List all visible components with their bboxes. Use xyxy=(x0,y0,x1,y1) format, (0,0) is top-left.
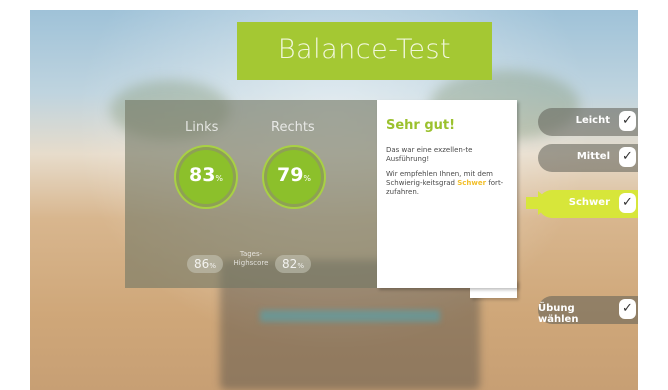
right-score: 79% xyxy=(276,164,312,186)
arrow-icon xyxy=(526,197,538,209)
right-highscore: 82% xyxy=(275,255,311,273)
select-exercise-button[interactable]: Übung wählen ✓ xyxy=(538,296,638,325)
left-score-ring: 83% xyxy=(179,150,233,204)
level-button-leicht[interactable]: Leicht ✓ xyxy=(538,108,638,136)
feedback-text-1: Das war eine exzellen-te Ausführung! xyxy=(386,146,473,163)
right-label: Rechts xyxy=(271,120,315,135)
feedback-card: Sehr gut! Das war eine exzellen-te Ausfü… xyxy=(377,100,517,288)
training-device-rail xyxy=(260,310,440,322)
check-icon: ✓ xyxy=(619,111,636,131)
highscore-label: Tages- Highscore xyxy=(233,250,269,267)
level-button-mittel[interactable]: Mittel ✓ xyxy=(538,144,638,172)
title-banner: Balance-Test xyxy=(237,22,492,80)
check-icon: ✓ xyxy=(619,147,636,167)
feedback-heading: Sehr gut! xyxy=(386,118,456,133)
left-label: Links xyxy=(185,120,219,135)
results-panel: Links Rechts 83% 79% 86% Tages- Highscore… xyxy=(125,100,377,288)
left-score: 83% xyxy=(188,164,224,186)
check-icon: ✓ xyxy=(619,193,636,213)
left-highscore: 86% xyxy=(187,255,223,273)
right-score-ring: 79% xyxy=(267,150,321,204)
check-icon: ✓ xyxy=(619,299,636,319)
recommended-level: Schwer xyxy=(457,179,487,187)
feedback-text-2: Wir empfehlen Ihnen, mit dem Schwierig-k… xyxy=(386,170,504,196)
level-button-schwer[interactable]: Schwer ✓ xyxy=(538,190,638,218)
scene-background: Balance-Test Links Rechts 83% 79% 86% Ta… xyxy=(30,10,638,390)
page-title: Balance-Test xyxy=(277,34,452,65)
